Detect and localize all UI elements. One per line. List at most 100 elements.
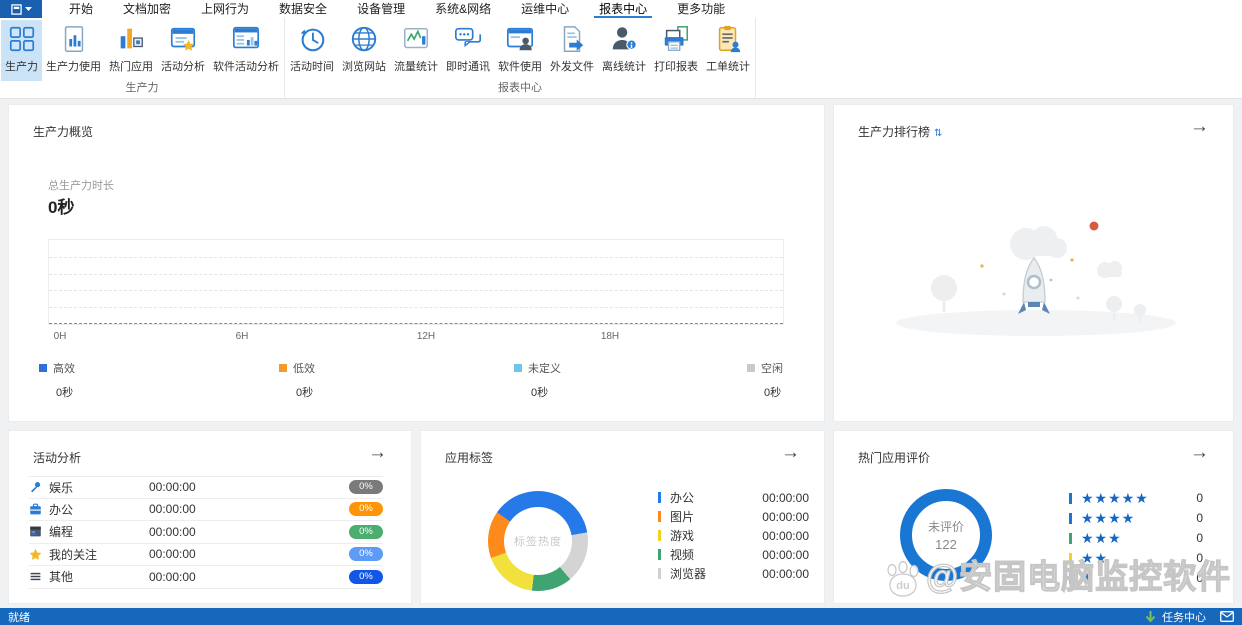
tab-more[interactable]: 更多功能: [662, 0, 740, 18]
menu-bar: 开始 文档加密 上网行为 数据安全 设备管理 系统&网络 运维中心 报表中心 更…: [0, 0, 1242, 18]
window-icon: [10, 3, 22, 15]
status-bar: 就绪 任务中心: [0, 608, 1242, 625]
x-tick: 6H: [235, 331, 249, 342]
task-center-button[interactable]: 任务中心: [1162, 609, 1206, 625]
list-item: 游戏 00:00:00: [658, 526, 809, 545]
list-item: 娱乐 00:00:00 0%: [29, 476, 383, 499]
clipboard-user-icon: [718, 25, 741, 53]
list-item: 图片 00:00:00: [658, 507, 809, 526]
star-rating: ★: [1081, 570, 1095, 586]
download-arrow-icon: [1145, 610, 1156, 623]
list-item: 视频 00:00:00: [658, 545, 809, 564]
legend-tick: [658, 568, 661, 579]
file-export-icon: [563, 26, 584, 52]
ribbon-btn-software-activity[interactable]: 软件活动分析: [209, 20, 283, 81]
panel-title: 活动分析: [33, 451, 82, 465]
list-item: 办公 00:00:00: [658, 488, 809, 507]
arrow-right-icon[interactable]: →: [781, 443, 800, 462]
ribbon-btn-print-report[interactable]: 打印报表: [650, 20, 702, 81]
ribbon-btn-productivity-usage[interactable]: 生产力使用: [42, 20, 105, 81]
panel-title: 应用标签: [445, 451, 494, 465]
ribbon-btn-outgoing-files[interactable]: 外发文件: [546, 20, 598, 81]
app-menu-button[interactable]: [0, 0, 42, 18]
x-axis-ticks: 0H 6H 12H 18H: [48, 331, 784, 343]
sort-icon[interactable]: ⇅: [934, 128, 942, 139]
ribbon-btn-activity-time[interactable]: 活动时间: [286, 20, 338, 81]
tab-data-security[interactable]: 数据安全: [264, 0, 342, 18]
code-window-icon: [30, 526, 41, 537]
empty-state-illustration: [896, 221, 1176, 336]
star-rating: ★★: [1081, 550, 1109, 566]
message-icon[interactable]: [1220, 611, 1234, 622]
rating-list: ★★★★★ 0 ★★★★ 0 ★★★ 0 ★★ 0 ★ 0: [1069, 488, 1203, 588]
legend-swatch: [279, 364, 287, 372]
tag-legend: 办公 00:00:00 图片 00:00:00 游戏 00:00:00 视频 0…: [658, 488, 809, 583]
ring-center-value: 122: [935, 537, 957, 552]
legend-swatch: [747, 364, 755, 372]
ribbon-group-productivity: 生产力 生产力使用 热门应用 活动分析 软件活动分析 生产力: [0, 18, 285, 98]
legend-tick: [1069, 552, 1072, 564]
total-productivity-label: 总生产力时长: [48, 180, 114, 192]
legend-tick: [658, 530, 661, 541]
ribbon-group-report-center: 活动时间 浏览网站 流量统计 即时通讯 软件使用 外发文件 离线统计 打印报表 …: [285, 18, 756, 98]
tab-start[interactable]: 开始: [54, 0, 108, 18]
list-item: ★★ 0: [1069, 548, 1203, 568]
tab-web-behavior[interactable]: 上网行为: [186, 0, 264, 18]
tab-device-mgmt[interactable]: 设备管理: [342, 0, 420, 18]
ring-center-label: 未评价: [927, 520, 964, 534]
ribbon-btn-traffic-stats[interactable]: 流量统计: [390, 20, 442, 81]
ribbon-btn-instant-messaging[interactable]: 即时通讯: [442, 20, 494, 81]
status-badge: 0%: [349, 480, 383, 495]
page-title: 生产力概览: [33, 125, 94, 139]
status-badge: 0%: [349, 502, 383, 517]
legend-tick: [1069, 512, 1072, 524]
legend-item-idle: 空闲 0秒: [747, 360, 783, 400]
total-productivity-value: 0秒: [48, 198, 75, 217]
list-item: ★★★★★ 0: [1069, 488, 1203, 508]
legend-tick: [1069, 572, 1072, 584]
legend-tick: [1069, 532, 1072, 544]
list-item: ★ 0: [1069, 568, 1203, 588]
ribbon-btn-offline-stats[interactable]: 离线统计: [598, 20, 650, 81]
traffic-chart-icon: [404, 27, 428, 49]
x-tick: 0H: [53, 331, 67, 342]
ribbon-btn-hot-apps[interactable]: 热门应用: [105, 20, 157, 81]
hot-apps-icon: [120, 28, 143, 49]
x-tick: 12H: [416, 331, 436, 342]
panel-activity-analysis: 活动分析 → 娱乐 00:00:00 0% 办公 00:00:00 0% 编程: [8, 430, 412, 604]
tab-doc-encrypt[interactable]: 文档加密: [108, 0, 186, 18]
briefcase-icon: [30, 503, 41, 515]
list-item: 办公 00:00:00 0%: [29, 499, 383, 521]
donut-center-label: 标签热度: [504, 507, 572, 575]
app-window: 开始 文档加密 上网行为 数据安全 设备管理 系统&网络 运维中心 报表中心 更…: [0, 0, 1242, 625]
legend-item-inefficient: 低效 0秒: [279, 360, 315, 400]
ribbon-btn-productivity[interactable]: 生产力: [1, 20, 42, 81]
arrow-right-icon[interactable]: →: [1190, 443, 1209, 462]
chevron-down-icon: [24, 6, 32, 11]
legend-tick: [658, 511, 661, 522]
status-ready: 就绪: [8, 611, 30, 624]
printer-icon: [664, 26, 688, 51]
ribbon-group-label: 报表中心: [498, 82, 542, 94]
tab-report-center[interactable]: 报表中心: [584, 0, 662, 18]
ribbon-btn-browse-sites[interactable]: 浏览网站: [338, 20, 390, 81]
star-rating: ★★★: [1081, 530, 1122, 546]
chat-icon: [454, 27, 482, 48]
tab-ops-center[interactable]: 运维中心: [506, 0, 584, 18]
status-badge: 0%: [349, 524, 383, 539]
menu-tabs: 开始 文档加密 上网行为 数据安全 设备管理 系统&网络 运维中心 报表中心 更…: [54, 0, 740, 18]
dashboard: 生产力概览 总生产力时长 0秒 0H 6H 12H 18H 高效 0秒 低效 0…: [0, 99, 1242, 608]
ribbon-btn-ticket-stats[interactable]: 工单统计: [702, 20, 754, 81]
star-icon: [29, 548, 42, 560]
tab-system-network[interactable]: 系统&网络: [420, 0, 506, 18]
arrow-right-icon[interactable]: →: [368, 443, 387, 462]
legend-swatch: [39, 364, 47, 372]
activity-list: 娱乐 00:00:00 0% 办公 00:00:00 0% 编程 00:00:0…: [29, 476, 383, 589]
list-item: 其他 00:00:00 0%: [29, 566, 383, 589]
panel-title: 热门应用评价: [858, 451, 931, 465]
ribbon-btn-software-usage[interactable]: 软件使用: [494, 20, 546, 81]
list-item: ★★★ 0: [1069, 528, 1203, 548]
arrow-right-icon[interactable]: →: [1190, 117, 1209, 136]
panel-productivity-ranking: 生产力排行榜 ⇅ →: [833, 104, 1234, 422]
ribbon-btn-activity-analysis[interactable]: 活动分析: [157, 20, 209, 81]
